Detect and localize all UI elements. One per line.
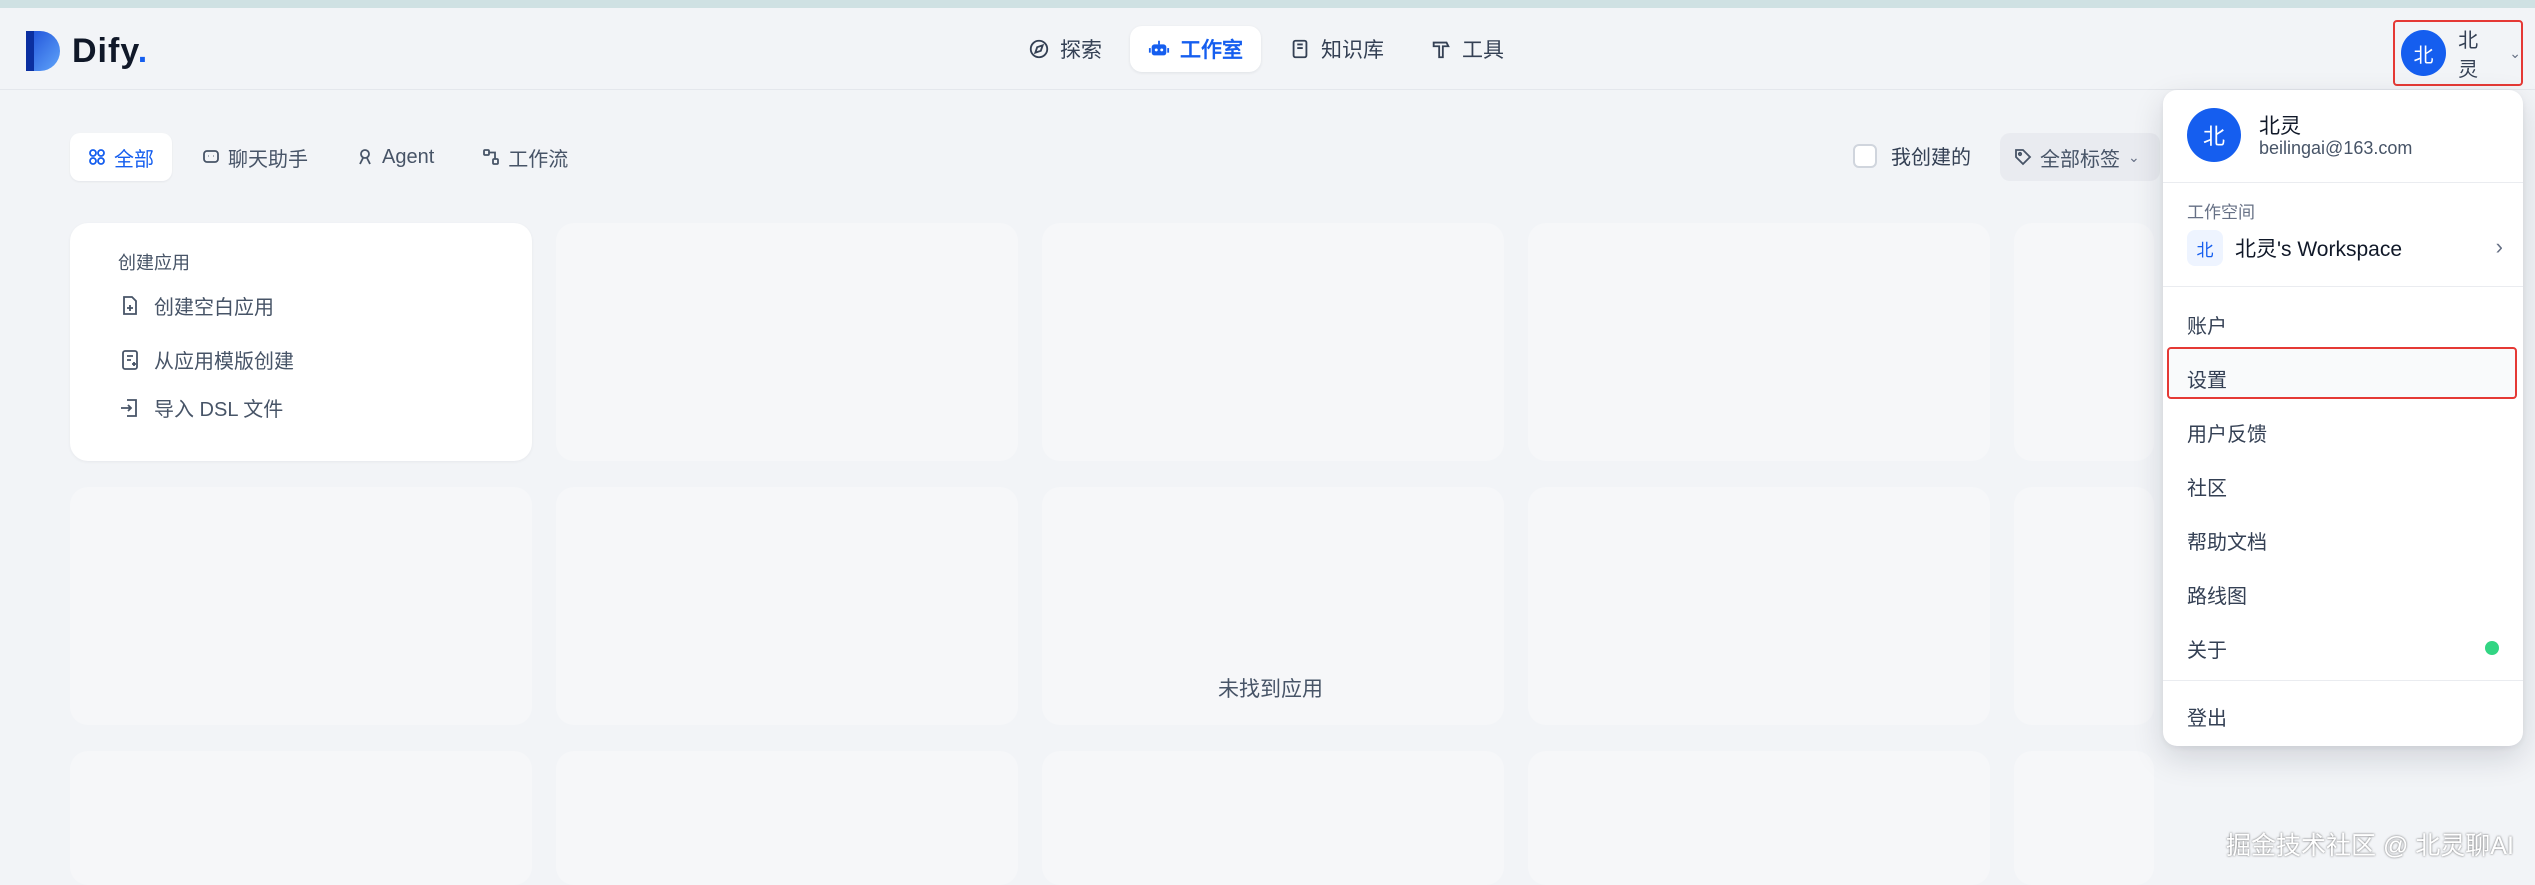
tag-filter-select[interactable]: 全部标签 ⌄: [2000, 133, 2160, 181]
main-nav: 探索 工作室 知识库 工具: [1010, 26, 1522, 72]
chevron-right-icon: ›: [2495, 234, 2503, 259]
app-type-tabs: 全部 聊天助手 Agent 工作流: [70, 133, 586, 181]
user-name: 北灵: [2458, 30, 2479, 81]
top-header: Dify. 探索 工作室 知识库 工具 北 北灵 ⌄: [0, 8, 2535, 90]
nav-knowledge[interactable]: 知识库: [1271, 26, 1402, 72]
nav-explore[interactable]: 探索: [1010, 26, 1120, 72]
tag-filter-label: 全部标签: [2040, 148, 2120, 171]
import-icon: [121, 398, 137, 417]
agent-icon: [359, 149, 371, 165]
create-app-title: 创建应用: [118, 253, 190, 273]
nav-studio[interactable]: 工作室: [1130, 26, 1261, 72]
create-blank-app-label: 创建空白应用: [154, 297, 274, 319]
grid-icon: [89, 149, 105, 165]
avatar: 北: [2187, 108, 2241, 162]
divider: [2163, 286, 2523, 287]
create-from-template-label: 从应用模版创建: [154, 351, 294, 373]
tab-workflow[interactable]: 工作流: [464, 133, 586, 181]
empty-state-text: 未找到应用: [1218, 678, 1323, 701]
watermark-text: 掘金技术社区 @ 北灵聊AI: [2226, 832, 2514, 860]
tab-chat-assistant-label: 聊天助手: [228, 148, 308, 171]
hammer-icon: [1432, 41, 1450, 59]
window-top-strip: [0, 0, 2535, 8]
user-dropdown-menu: 北 北灵 beilingai@163.com 工作空间 北 北灵's Works…: [2163, 90, 2523, 746]
tab-workflow-label: 工作流: [508, 148, 569, 171]
tab-agent-label: Agent: [382, 145, 435, 168]
compass-icon: [1029, 39, 1049, 59]
dropdown-user-email: beilingai@163.com: [2259, 138, 2413, 158]
created-by-me-label: 我创建的: [1891, 147, 1971, 169]
app-card-placeholder: [1528, 223, 1990, 461]
menu-about[interactable]: 关于: [2187, 634, 2227, 663]
created-by-me-checkbox[interactable]: [1853, 143, 1877, 168]
divider: [2163, 182, 2523, 183]
workspace-section-label: 工作空间: [2187, 203, 2255, 222]
import-dsl-button[interactable]: 导入 DSL 文件: [118, 393, 283, 422]
app-card-placeholder: [2014, 751, 2154, 885]
tab-agent[interactable]: Agent: [338, 133, 452, 181]
app-card-placeholder: [70, 487, 532, 725]
nav-tools[interactable]: 工具: [1412, 26, 1522, 72]
menu-roadmap[interactable]: 路线图: [2187, 580, 2247, 609]
book-icon: [1292, 39, 1308, 59]
logo-text: Dify.: [72, 31, 149, 70]
chevron-down-icon: ⌄: [2509, 44, 2521, 61]
nav-tools-label: 工具: [1462, 39, 1504, 62]
app-card-placeholder: [70, 751, 532, 885]
nav-explore-label: 探索: [1060, 39, 1102, 62]
menu-community[interactable]: 社区: [2187, 472, 2227, 501]
tab-chat-assistant[interactable]: 聊天助手: [184, 133, 326, 181]
dify-logo-icon: [26, 31, 60, 71]
template-icon: [122, 349, 138, 370]
app-card-placeholder: [1042, 751, 1504, 885]
tag-icon: [2015, 149, 2032, 166]
workflow-icon: [483, 149, 500, 165]
divider: [2163, 680, 2523, 681]
created-by-me-filter[interactable]: 我创建的: [1853, 141, 1971, 170]
menu-account[interactable]: 账户: [2187, 310, 2227, 339]
app-card-placeholder: [556, 223, 1018, 461]
tab-all-label: 全部: [114, 148, 154, 171]
chevron-down-icon: ⌄: [2128, 148, 2140, 165]
avatar: 北: [2401, 30, 2447, 76]
menu-help-docs[interactable]: 帮助文档: [2187, 526, 2267, 555]
dropdown-user-name: 北灵: [2259, 115, 2301, 138]
create-blank-app-button[interactable]: 创建空白应用: [118, 291, 274, 320]
app-card-placeholder: [1042, 223, 1504, 461]
nav-knowledge-label: 知识库: [1321, 39, 1384, 62]
menu-logout[interactable]: 登出: [2187, 702, 2227, 731]
workspace-name: 北灵's Workspace: [2235, 238, 2402, 261]
workspace-badge: 北: [2187, 230, 2223, 266]
create-from-template-button[interactable]: 从应用模版创建: [118, 345, 294, 374]
create-app-card: 创建应用 创建空白应用 从应用模版创建 导入 DSL 文件: [70, 223, 532, 461]
app-card-placeholder: [556, 487, 1018, 725]
dify-logo[interactable]: Dify.: [24, 28, 148, 74]
robot-icon: [1148, 40, 1170, 56]
app-card-placeholder: [1528, 751, 1990, 885]
file-plus-icon: [123, 295, 137, 315]
nav-studio-label: 工作室: [1180, 39, 1243, 62]
tab-all[interactable]: 全部: [70, 133, 172, 181]
app-card-placeholder: [1528, 487, 1990, 725]
app-card-placeholder: [2014, 487, 2154, 725]
user-menu-button[interactable]: 北 北灵 ⌄: [2393, 20, 2523, 86]
status-dot: [2485, 641, 2499, 655]
workspace-switcher[interactable]: 北 北灵's Workspace ›: [2187, 228, 2503, 268]
import-dsl-label: 导入 DSL 文件: [154, 399, 284, 421]
app-card-placeholder: [556, 751, 1018, 885]
menu-feedback[interactable]: 用户反馈: [2187, 418, 2267, 447]
app-card-placeholder: [2014, 223, 2154, 461]
chat-icon: [203, 150, 219, 163]
menu-settings[interactable]: 设置: [2187, 364, 2227, 393]
